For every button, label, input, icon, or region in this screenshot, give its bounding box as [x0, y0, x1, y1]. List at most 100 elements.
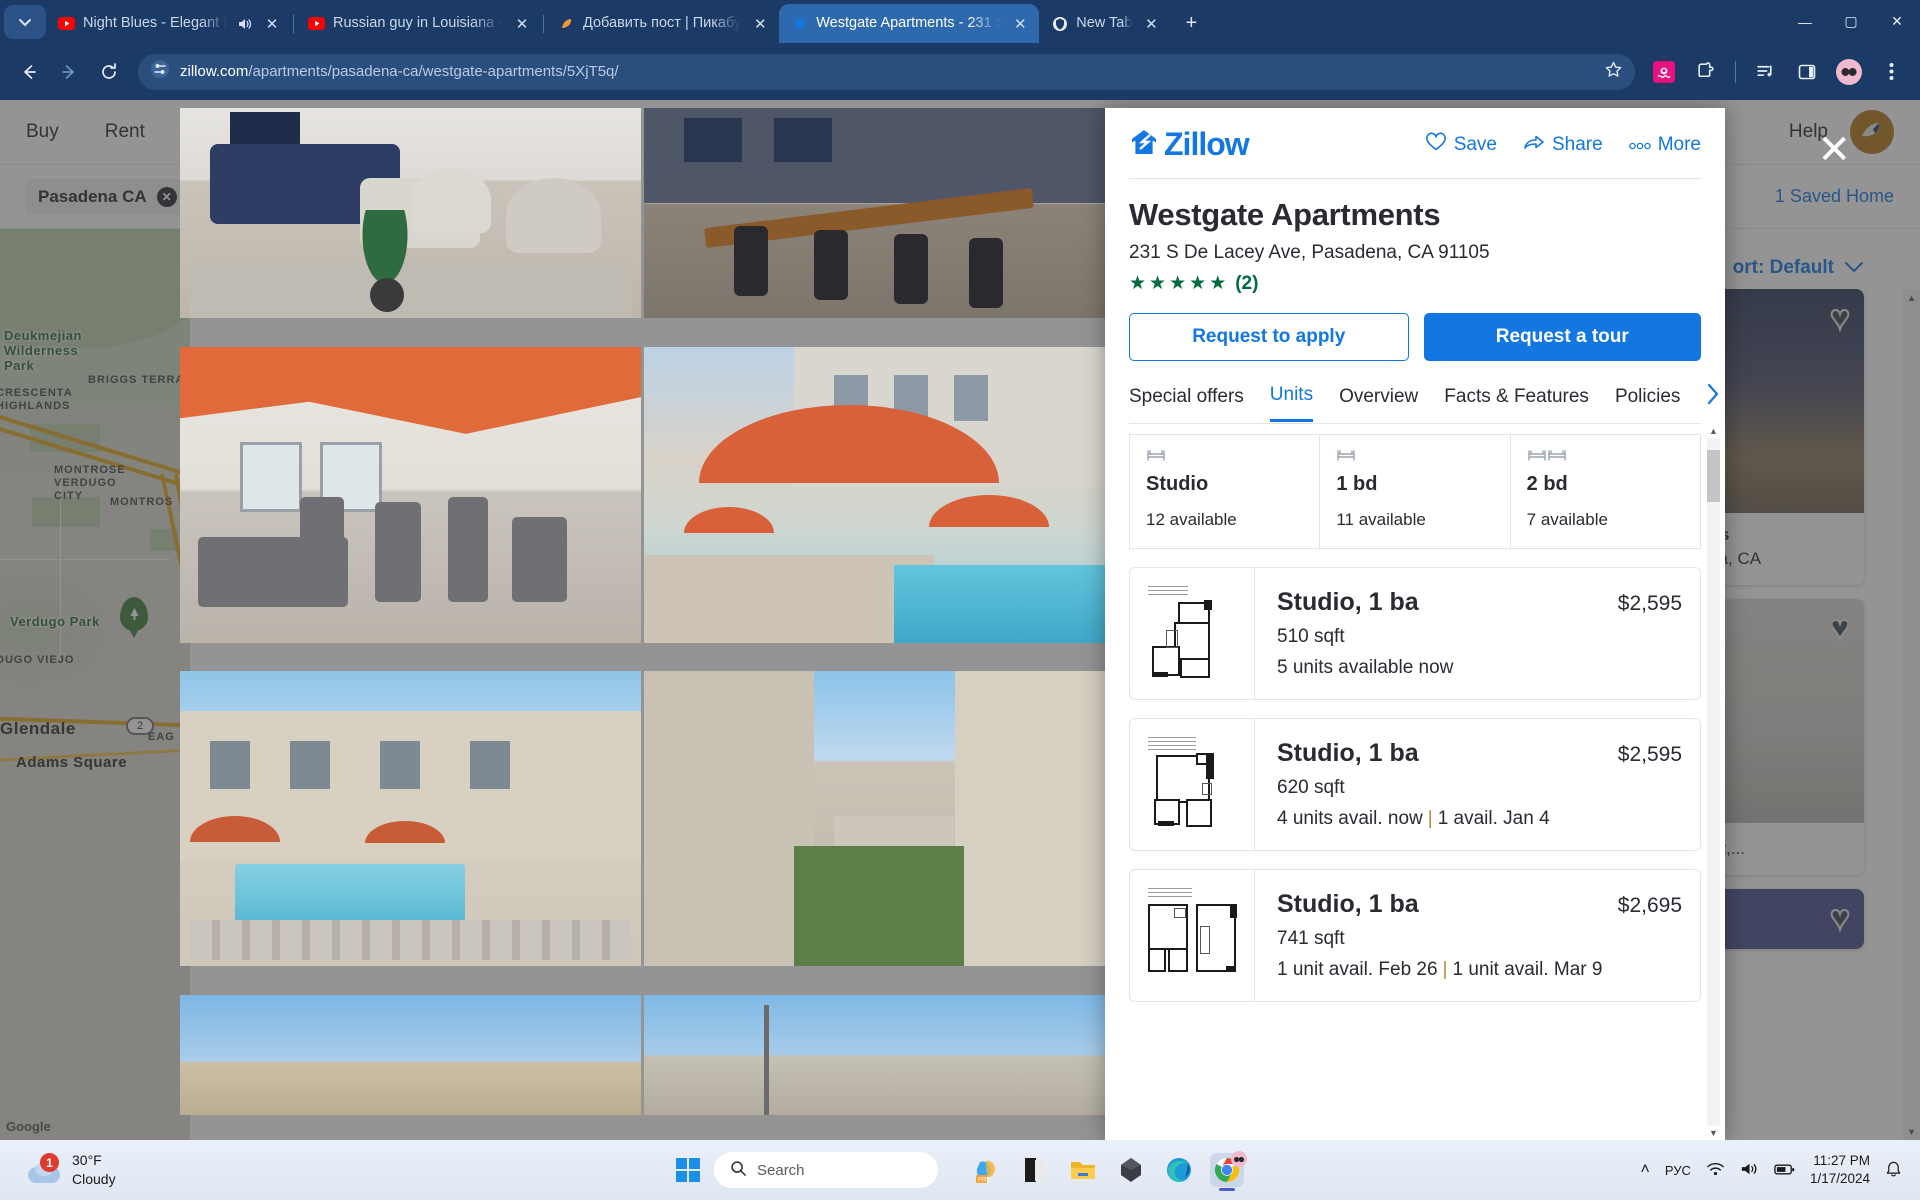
scroll-up-arrow[interactable]: ▲ [1707, 424, 1720, 438]
weather-widget[interactable]: 1 30°F Cloudy [0, 1151, 116, 1189]
gallery-photo-pool-umbrella[interactable] [644, 346, 1105, 643]
close-icon[interactable]: ✕ [749, 13, 771, 35]
new-tab-button[interactable]: + [1176, 8, 1206, 38]
share-button[interactable]: Share [1523, 132, 1603, 158]
site-settings-icon[interactable] [150, 59, 170, 84]
side-panel-icon[interactable] [1788, 53, 1826, 91]
file-explorer-icon[interactable] [1066, 1153, 1100, 1187]
gallery-photo-community-bar[interactable] [644, 108, 1105, 318]
zillow-logo[interactable]: Zillow [1129, 126, 1250, 163]
modal-top-row: Zillow Save Share More [1129, 126, 1701, 163]
scroll-down-arrow[interactable]: ▼ [1707, 1126, 1720, 1140]
tab-title: Westgate Apartments - 231 S D [816, 16, 1002, 31]
tab-facts-features[interactable]: Facts & Features [1444, 386, 1589, 421]
unit-meta: Studio, 1 ba 741 sqft 1 unit avail. Feb … [1255, 870, 1700, 1001]
unit-listing-row[interactable]: Studio, 1 ba 741 sqft 1 unit avail. Feb … [1129, 869, 1701, 1002]
extension-pink-icon[interactable] [1645, 53, 1683, 91]
unit-sqft: 741 sqft [1277, 928, 1345, 949]
star-icon: ★ [1149, 273, 1167, 294]
floorplan-thumbnail[interactable] [1130, 870, 1255, 1001]
zillow-icon [791, 15, 808, 32]
unit-listing-row[interactable]: Studio, 1 ba 510 sqft 5 units available … [1129, 567, 1701, 700]
modal-body: Studio 12 available 1 bd 11 available 2 … [1105, 424, 1725, 1140]
bed-filter-availability: 12 available [1146, 510, 1237, 529]
tab-russian-guy[interactable]: Russian guy in Louisiana - YouT ✕ [296, 4, 541, 43]
tab-westgate-apartments[interactable]: Westgate Apartments - 231 S D ✕ [779, 4, 1040, 43]
tab-units[interactable]: Units [1269, 384, 1314, 422]
tab-night-blues[interactable]: Night Blues - Elegant Blues ✕ [46, 4, 291, 43]
search-input[interactable]: Search [714, 1152, 938, 1188]
floorplan-thumbnail[interactable] [1130, 719, 1255, 850]
tab-strip: Night Blues - Elegant Blues ✕ Russian gu… [0, 0, 1920, 43]
clock[interactable]: 11:27 PM 1/17/2024 [1810, 1152, 1870, 1187]
bell-icon[interactable] [1885, 1160, 1902, 1181]
profile-avatar-icon[interactable] [1830, 53, 1868, 91]
close-icon[interactable]: ✕ [511, 13, 533, 35]
notification-badge: 1 [40, 1153, 59, 1172]
speaker-icon[interactable] [235, 15, 253, 33]
address-bar[interactable]: zillow.com/apartments/pasadena-ca/westga… [138, 53, 1635, 90]
close-icon[interactable]: ✕ [1140, 13, 1162, 35]
gallery-photo-fitness-center[interactable] [180, 346, 641, 643]
gallery-photo-street-view[interactable] [644, 671, 1105, 966]
language-indicator[interactable]: РУС [1665, 1163, 1691, 1178]
request-a-tour-button[interactable]: Request a tour [1423, 313, 1701, 361]
unit-listing-row[interactable]: Studio, 1 ba 620 sqft 4 units avail. now… [1129, 718, 1701, 851]
extensions-puzzle-icon[interactable] [1687, 53, 1725, 91]
bed-filter-availability: 11 available [1336, 510, 1426, 529]
save-button[interactable]: Save [1425, 132, 1497, 158]
taskbar-center: Search PRE [676, 1151, 1247, 1191]
battery-icon[interactable] [1774, 1162, 1795, 1179]
reload-icon[interactable] [90, 53, 128, 91]
gem-app-icon[interactable] [1114, 1153, 1148, 1187]
close-icon[interactable]: ✕ [1009, 13, 1031, 35]
close-icon[interactable]: ✕ [261, 13, 283, 35]
page-viewport: Buy Rent S Help Pasadena CA ✕ 1 Saved Ho… [0, 100, 1920, 1140]
maximize-button[interactable]: ▢ [1828, 0, 1874, 43]
wifi-icon[interactable] [1706, 1161, 1725, 1180]
star-icon: ★ [1209, 273, 1227, 294]
floorplan-3 [1144, 886, 1240, 986]
modal-header: Zillow Save Share More Westgate Apartmen… [1105, 108, 1725, 424]
minimize-button[interactable]: — [1782, 0, 1828, 43]
edge-icon[interactable] [1162, 1153, 1196, 1187]
chrome-icon[interactable] [1210, 1151, 1247, 1191]
bed-filter-2bd[interactable]: 2 bd 7 available [1510, 434, 1701, 549]
share-arrow-icon [1523, 132, 1545, 158]
back-icon[interactable] [10, 53, 48, 91]
scrollbar-thumb[interactable] [1707, 450, 1720, 502]
tray-overflow-icon[interactable]: ˄ [1641, 1161, 1650, 1179]
gallery-photo-exterior-b[interactable] [644, 994, 1105, 1115]
tab-overview[interactable]: Overview [1339, 386, 1418, 421]
tab-search-button[interactable] [4, 5, 46, 39]
zillow-wordmark: Zillow [1164, 126, 1250, 162]
chevron-right-icon[interactable] [1706, 383, 1720, 423]
dark-app-icon[interactable] [1018, 1153, 1052, 1187]
speaker-icon[interactable] [1740, 1161, 1759, 1180]
start-button[interactable] [676, 1158, 700, 1182]
media-playlist-icon[interactable] [1746, 53, 1784, 91]
forward-icon[interactable] [50, 53, 88, 91]
gallery-photo-courtyard-pool[interactable] [180, 671, 641, 966]
bed-filter-studio[interactable]: Studio 12 available [1129, 434, 1321, 549]
request-to-apply-button[interactable]: Request to apply [1129, 313, 1409, 361]
gallery-photo-lounge[interactable] [180, 108, 641, 318]
browser-window: Night Blues - Elegant Blues ✕ Russian gu… [0, 0, 1920, 1200]
chrome-menu-icon[interactable] [1872, 53, 1910, 91]
modal-actions: Save Share More [1425, 132, 1701, 158]
tab-policies[interactable]: Policies [1615, 386, 1680, 421]
more-button[interactable]: More [1628, 134, 1701, 156]
gallery-photo-exterior-a[interactable] [180, 994, 641, 1115]
bed-filter-1bd[interactable]: 1 bd 11 available [1320, 434, 1511, 549]
copilot-pre-icon[interactable]: PRE [970, 1153, 1004, 1187]
close-window-button[interactable]: ✕ [1874, 0, 1920, 43]
tab-new-tab[interactable]: New Tab ✕ [1039, 4, 1170, 43]
close-lightbox-button[interactable]: ✕ [1817, 130, 1851, 170]
scrollbar-track[interactable] [1707, 438, 1720, 1126]
tab-pikabu[interactable]: Добавить пост | Пикабу ✕ [546, 4, 779, 43]
bookmark-star-icon[interactable] [1604, 60, 1623, 84]
floorplan-thumbnail[interactable] [1130, 568, 1255, 699]
modal-scrollbar[interactable]: ▲ ▼ [1707, 424, 1720, 1140]
tab-special-offers[interactable]: Special offers [1129, 386, 1244, 421]
youtube-icon [308, 15, 325, 32]
